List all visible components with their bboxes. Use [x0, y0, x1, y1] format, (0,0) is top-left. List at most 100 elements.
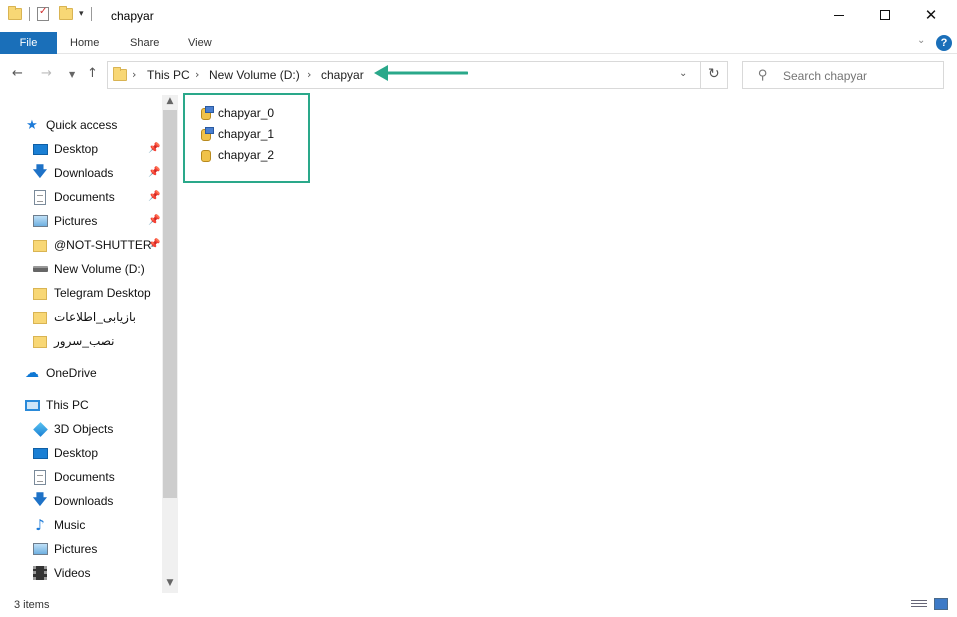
tab-share[interactable]: Share [118, 32, 171, 54]
database-file-icon [200, 106, 214, 120]
nav-item-desktop[interactable]: Desktop [32, 442, 98, 464]
breadcrumb-separator-icon[interactable]: › [195, 68, 199, 81]
file-name: chapyar_2 [218, 148, 275, 162]
pin-icon[interactable]: 📌 [148, 239, 160, 250]
window-title: chapyar [111, 9, 154, 23]
nav-item-music[interactable]: ♪ Music [32, 514, 85, 536]
nav-item-videos[interactable]: Videos [32, 562, 90, 584]
nav-label: Downloads [54, 166, 114, 180]
nav-item-desktop[interactable]: Desktop [32, 138, 98, 160]
database-file-icon [200, 127, 214, 141]
file-item-chapyar-1[interactable]: chapyar_1 [200, 125, 274, 143]
pin-icon[interactable]: 📌 [148, 215, 160, 226]
nav-item-documents[interactable]: Documents [32, 186, 115, 208]
nav-label: @NOT-SHUTTER- [54, 238, 156, 252]
file-name: chapyar_1 [218, 127, 275, 141]
documents-icon [34, 469, 46, 485]
back-button[interactable]: ← [12, 66, 23, 81]
download-icon: 🡇 [32, 164, 48, 180]
file-item-chapyar-0[interactable]: chapyar_0 [200, 104, 274, 122]
nav-onedrive[interactable]: ☁ OneDrive [24, 362, 97, 384]
tab-file[interactable]: File [0, 32, 57, 54]
search-icon: ⚲ [758, 68, 768, 83]
scroll-up-icon[interactable]: ▲ [162, 96, 178, 110]
nav-label: Pictures [54, 542, 98, 556]
desktop-icon [32, 447, 48, 459]
breadcrumb-separator-icon[interactable]: › [132, 68, 136, 81]
folder-icon [33, 336, 47, 348]
new-folder-icon[interactable] [59, 6, 73, 20]
refresh-icon[interactable]: ↻ [708, 66, 720, 82]
pictures-icon [32, 215, 48, 227]
nav-label: 3D Objects [54, 422, 114, 436]
folder-icon [33, 312, 47, 324]
nav-item-3d-objects[interactable]: 3D Objects [32, 418, 113, 440]
nav-label: Music [54, 518, 86, 532]
computer-icon [24, 399, 40, 411]
navigation-bar: ← → ▼ ↑ › This PC › New Volume (D:) › ch… [0, 55, 957, 95]
nav-label: Quick access [46, 118, 118, 132]
breadcrumb-separator-icon[interactable]: › [307, 68, 311, 81]
minimize-button[interactable] [816, 0, 862, 30]
folder-icon [33, 240, 47, 252]
tab-home[interactable]: Home [58, 32, 111, 54]
cloud-icon: ☁ [25, 365, 39, 381]
tab-view[interactable]: View [176, 32, 224, 54]
nav-item-documents[interactable]: Documents [32, 466, 115, 488]
pictures-icon [32, 543, 48, 555]
pin-icon[interactable]: 📌 [148, 143, 160, 154]
nav-label: Documents [54, 190, 115, 204]
search-box[interactable]: ⚲ [742, 61, 944, 89]
nav-this-pc[interactable]: This PC [24, 394, 89, 416]
3d-objects-icon [32, 421, 48, 437]
up-button[interactable]: ↑ [87, 66, 98, 81]
nav-item-pictures[interactable]: Pictures [32, 210, 97, 232]
nav-quick-access[interactable]: ★ Quick access [24, 114, 117, 136]
music-icon: ♪ [35, 516, 45, 534]
desktop-icon [32, 143, 48, 155]
folder-icon[interactable] [8, 6, 22, 20]
nav-item-downloads[interactable]: 🡇 Downloads [32, 490, 114, 512]
file-name: chapyar_0 [218, 106, 275, 120]
breadcrumb-new-volume[interactable]: New Volume (D:) [209, 68, 300, 82]
forward-button[interactable]: → [41, 66, 52, 81]
nav-label: Documents [54, 470, 115, 484]
nav-item-telegram-desktop[interactable]: Telegram Desktop [32, 282, 151, 304]
address-history-dropdown-icon[interactable]: ⌄ [679, 68, 687, 79]
nav-label: Desktop [54, 446, 99, 460]
nav-item-data-recovery[interactable]: بازیابی_اطلاعات [32, 306, 136, 328]
nav-item-new-volume[interactable]: New Volume (D:) [32, 258, 145, 280]
nav-label: Desktop [54, 142, 99, 156]
expand-ribbon-icon[interactable]: ⌄ [917, 35, 925, 46]
help-icon[interactable]: ? [936, 35, 952, 51]
file-item-chapyar-2[interactable]: chapyar_2 [200, 146, 274, 164]
customize-toolbar-icon[interactable]: ▾ [79, 9, 84, 19]
ribbon-tabs: File Home Share View ⌄ ? [0, 32, 957, 54]
recent-locations-icon[interactable]: ▼ [69, 70, 75, 79]
nav-item-server-install[interactable]: نصب_سرور [32, 330, 114, 352]
scroll-down-icon[interactable]: ▼ [162, 578, 178, 592]
nav-item-pictures[interactable]: Pictures [32, 538, 97, 560]
documents-icon [34, 189, 46, 205]
quick-access-toolbar: ▾ [8, 6, 95, 21]
navigation-pane: ★ Quick access Desktop 📌 🡇 Downloads 📌 D… [0, 95, 178, 593]
pin-icon[interactable]: 📌 [148, 167, 160, 178]
pin-icon[interactable]: 📌 [148, 191, 160, 202]
toolbar-separator [90, 7, 92, 21]
breadcrumb-this-pc[interactable]: This PC [147, 68, 190, 82]
nav-label: This PC [46, 398, 89, 412]
close-button[interactable]: ✕ [908, 0, 954, 30]
nav-item-downloads[interactable]: 🡇 Downloads [32, 162, 114, 184]
nav-item-not-shutter[interactable]: @NOT-SHUTTER- [32, 234, 156, 256]
properties-icon[interactable] [37, 6, 49, 21]
drive-icon [32, 266, 48, 272]
search-input[interactable] [783, 69, 933, 83]
folder-icon [33, 288, 47, 300]
details-view-icon[interactable] [911, 598, 927, 610]
nav-scrollbar-thumb[interactable] [163, 110, 177, 498]
breadcrumb-chapyar[interactable]: chapyar [321, 68, 364, 82]
large-icons-view-icon[interactable] [934, 598, 948, 610]
item-count: 3 items [14, 599, 50, 611]
maximize-button[interactable] [862, 0, 908, 30]
videos-icon [33, 566, 47, 580]
